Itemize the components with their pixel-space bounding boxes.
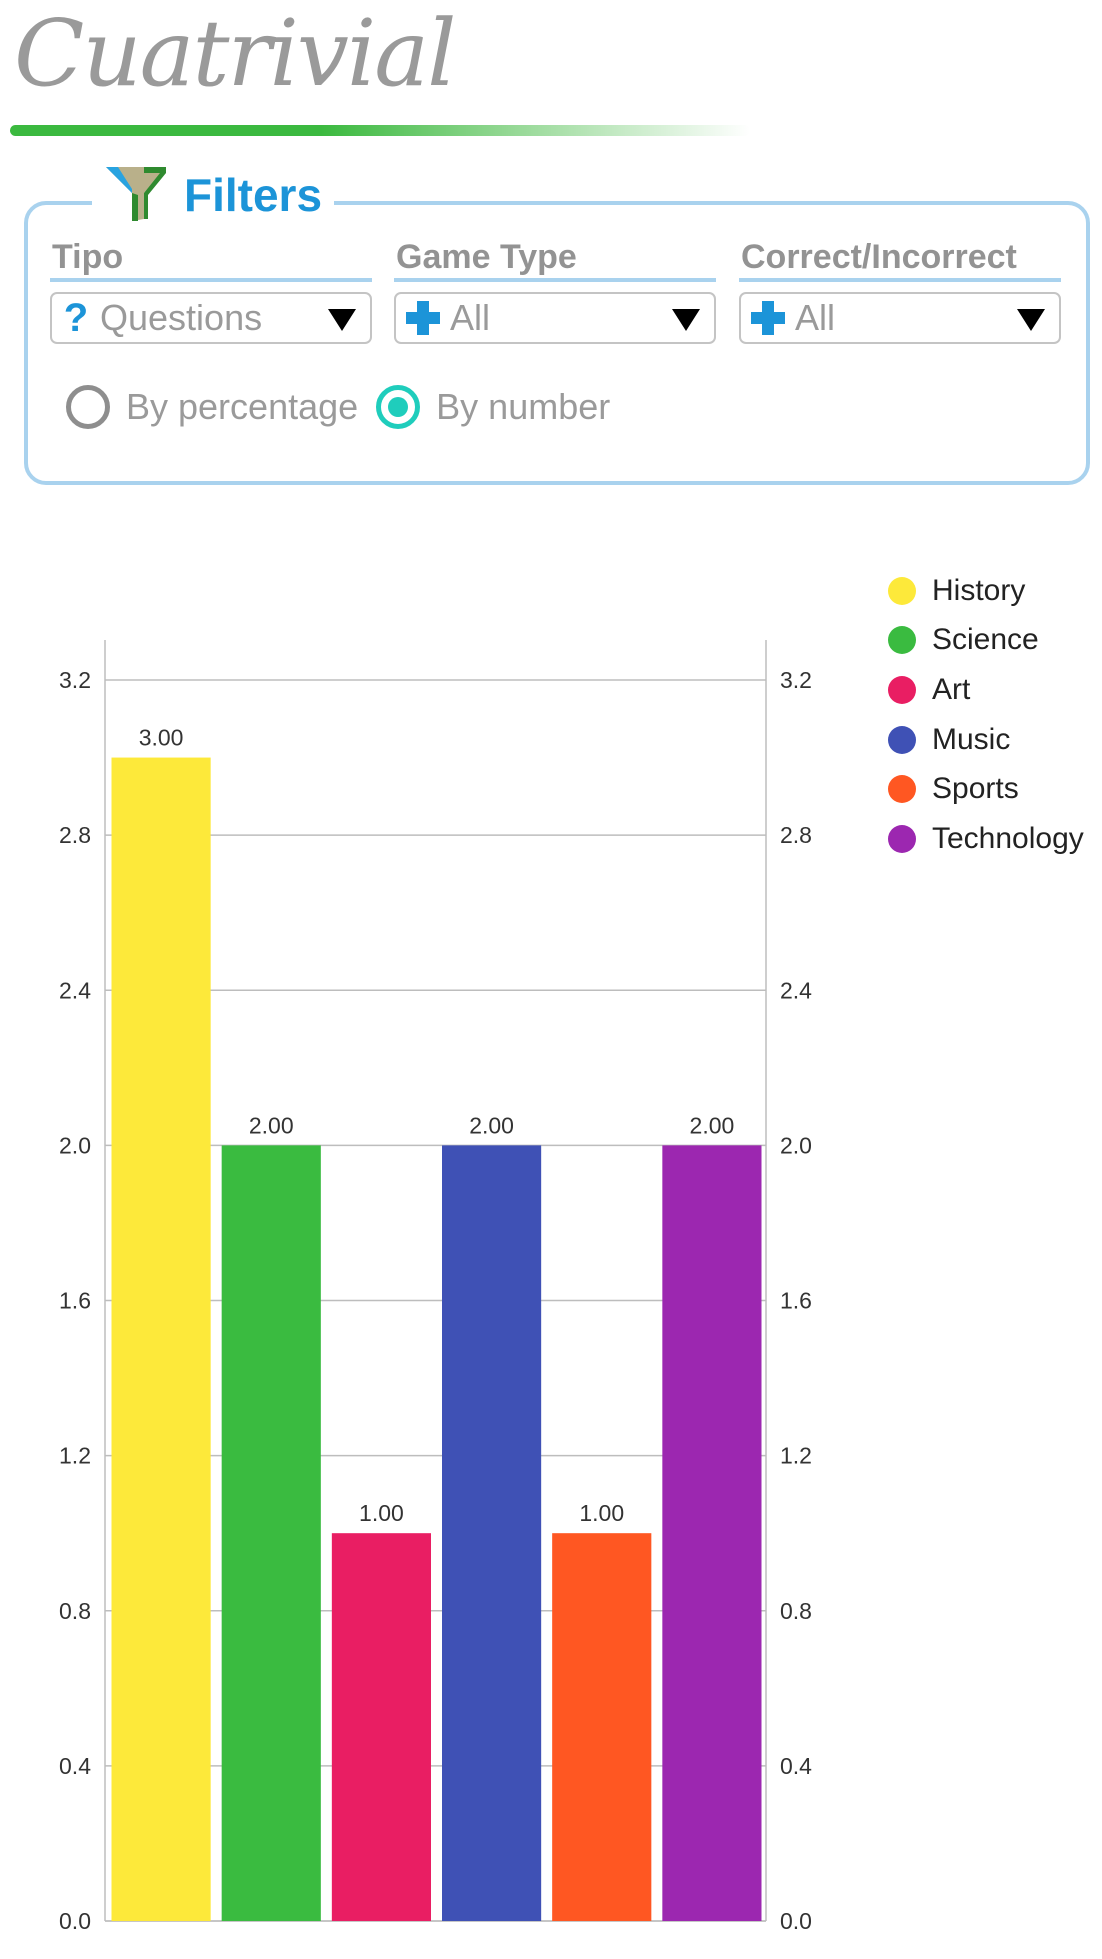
legend-swatch: [888, 824, 916, 853]
tipo-select[interactable]: ? Questions: [50, 292, 372, 344]
plus-icon: [406, 301, 440, 335]
y-tick-label-right: 0.4: [780, 1753, 812, 1779]
filter-label: Correct/Incorrect: [739, 236, 1061, 282]
legend-label: History: [932, 573, 1026, 607]
legend-label: Science: [932, 623, 1039, 657]
y-tick-label-left: 2.0: [59, 1132, 91, 1158]
legend-label: Music: [932, 722, 1011, 756]
legend-item-history: History: [888, 566, 1084, 616]
filter-label: Tipo: [50, 236, 372, 282]
legend-label: Sports: [932, 772, 1019, 806]
y-tick-label-right: 2.8: [780, 822, 812, 848]
legend-item-art: Art: [888, 665, 1084, 715]
funnel-icon: [104, 165, 168, 226]
y-tick-label-right: 3.2: [780, 667, 812, 693]
value-label: 1.00: [359, 1500, 404, 1526]
logo-underline: [10, 125, 750, 136]
legend-item-music: Music: [888, 715, 1084, 765]
bar-technology: [662, 1145, 762, 1921]
radio-by-percentage[interactable]: [66, 385, 110, 429]
game-type-select[interactable]: All: [394, 292, 716, 344]
filter-correct-incorrect: Correct/Incorrect All: [739, 236, 1061, 344]
y-tick-label-left: 1.6: [59, 1288, 91, 1314]
y-tick-label-right: 1.6: [780, 1288, 812, 1314]
legend-item-technology: Technology: [888, 814, 1084, 864]
display-mode-radio-group: By percentage By number: [66, 385, 628, 429]
value-label: 3.00: [139, 725, 184, 751]
legend-label: Technology: [932, 821, 1084, 855]
value-label: 1.00: [579, 1500, 624, 1526]
y-tick-label-right: 2.4: [780, 977, 812, 1003]
value-label: 2.00: [690, 1112, 735, 1138]
y-tick-label-left: 0.4: [59, 1753, 91, 1779]
value-label: 2.00: [469, 1112, 514, 1138]
chart-legend: History Science Art Music Sports Technology: [888, 566, 1084, 864]
plus-icon: [751, 301, 785, 335]
y-tick-label-left: 0.0: [59, 1908, 91, 1934]
legend-label: Art: [932, 672, 971, 706]
radio-label[interactable]: By percentage: [126, 386, 358, 428]
value-label: 2.00: [249, 1112, 294, 1138]
legend-swatch: [888, 675, 916, 704]
correct-incorrect-select[interactable]: All: [739, 292, 1061, 344]
y-tick-label-right: 1.2: [780, 1443, 812, 1469]
legend-swatch: [888, 626, 916, 655]
radio-label[interactable]: By number: [436, 386, 610, 428]
filter-label: Game Type: [394, 236, 716, 282]
y-tick-label-right: 2.0: [780, 1132, 812, 1158]
app-title: Cuatrivial: [14, 0, 457, 107]
legend-swatch: [888, 576, 916, 605]
legend-swatch: [888, 725, 916, 754]
y-tick-label-right: 0.0: [780, 1908, 812, 1934]
bar-art: [331, 1533, 431, 1921]
select-value: All: [795, 297, 836, 338]
select-value: All: [450, 297, 491, 338]
dropdown-arrow-icon: [672, 309, 700, 331]
dropdown-arrow-icon: [1017, 309, 1045, 331]
filter-tipo: Tipo ? Questions: [50, 236, 372, 344]
filter-game-type: Game Type All: [394, 236, 716, 344]
dropdown-arrow-icon: [328, 309, 356, 331]
y-tick-label-left: 2.4: [59, 977, 91, 1003]
filters-title: Filters: [184, 169, 323, 221]
bar-sports: [552, 1533, 652, 1921]
bar-science: [221, 1145, 321, 1921]
legend-item-sports: Sports: [888, 764, 1084, 814]
y-tick-label-left: 0.8: [59, 1598, 91, 1624]
bar-music: [442, 1145, 542, 1921]
bar-history: [111, 757, 211, 1921]
legend-swatch: [888, 775, 916, 804]
bars: [111, 757, 762, 1921]
legend-item-science: Science: [888, 616, 1084, 666]
question-icon: ?: [63, 295, 89, 340]
filters-header: Filters: [92, 160, 335, 230]
app-logo: Cuatrivial: [8, 0, 468, 120]
y-tick-label-left: 1.2: [59, 1443, 91, 1469]
select-value: Questions: [100, 297, 263, 338]
y-tick-label-left: 3.2: [59, 667, 91, 693]
y-tick-label-right: 0.8: [780, 1598, 812, 1624]
y-tick-label-left: 2.8: [59, 822, 91, 848]
radio-by-number[interactable]: [376, 385, 421, 429]
